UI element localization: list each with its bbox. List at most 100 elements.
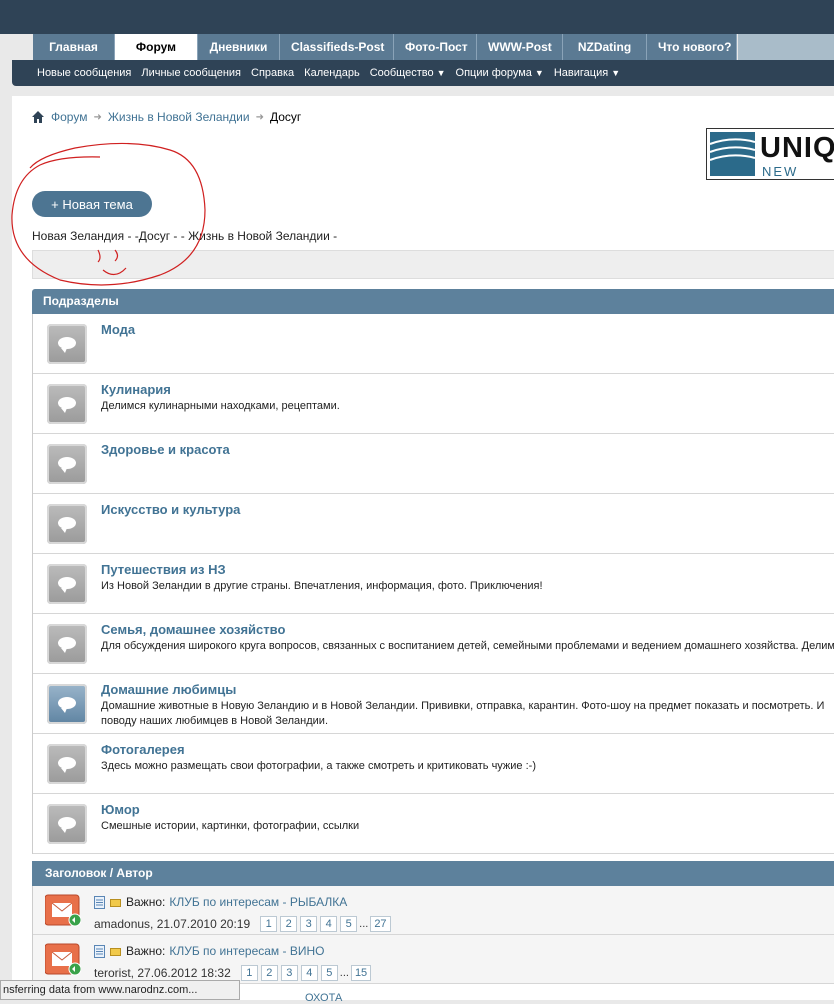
breadcrumb-life-in-nz[interactable]: Жизнь в Новой Зеландии — [108, 110, 250, 124]
subforum-description: Делимся кулинарными находками, рецептами… — [101, 400, 340, 412]
browser-status-bar: nsferring data from www.narodnz.com... — [0, 980, 240, 1000]
thread-title[interactable]: КЛУБ по интересам - РЫБАЛКА — [169, 895, 347, 909]
subforum-row[interactable]: Домашние любимцы Домашние животные в Нов… — [33, 674, 834, 734]
thread-author: terorist, 27.06.2012 18:32 — [94, 966, 231, 980]
site-logo[interactable]: UNIQ NEW ZEA — [706, 128, 834, 180]
subforum-row[interactable]: Мода — [33, 314, 834, 374]
subnav-new-posts[interactable]: Новые сообщения — [37, 67, 131, 79]
tabs-filler — [738, 34, 834, 60]
breadcrumb-separator-icon: ➜ — [255, 111, 264, 123]
subforum-title[interactable]: Домашние любимцы — [101, 682, 236, 697]
subforum-description: Для обсуждения широкого круга вопросов, … — [101, 640, 834, 652]
page-link[interactable]: 3 — [300, 916, 318, 932]
forum-status-icon — [47, 564, 87, 604]
forum-status-icon — [47, 444, 87, 484]
forum-status-icon — [47, 624, 87, 664]
forum-status-icon — [47, 324, 87, 364]
subforum-title[interactable]: Фотогалерея — [101, 742, 185, 757]
subforum-title[interactable]: Искусство и культура — [101, 502, 240, 517]
breadcrumb-current: Досуг — [269, 110, 302, 124]
subnav-forum-options[interactable]: Опции форума — [456, 67, 532, 79]
forum-status-icon — [47, 804, 87, 844]
tab-photo[interactable]: Фото-Пост — [394, 34, 477, 60]
logo-mark-icon — [710, 132, 755, 176]
page-ellipsis: ... — [359, 918, 369, 930]
subforum-title[interactable]: Семья, домашнее хозяйство — [101, 622, 285, 637]
page-link[interactable]: 5 — [340, 916, 358, 932]
page-link[interactable]: 1 — [240, 965, 258, 981]
subforum-row[interactable]: Фотогалерея Здесь можно размещать свои ф… — [33, 734, 834, 794]
page-ellipsis: ... — [339, 967, 349, 979]
tab-classifieds[interactable]: Classifieds-Post — [280, 34, 394, 60]
thread-title-line: Важно: КЛУБ по интересам - ВИНО — [94, 944, 324, 958]
tab-home[interactable]: Главная — [33, 34, 115, 60]
forum-status-new-icon — [47, 684, 87, 724]
subforum-row[interactable]: Семья, домашнее хозяйство Для обсуждения… — [33, 614, 834, 674]
page-link[interactable]: 2 — [280, 916, 298, 932]
breadcrumb-separator-icon: ➜ — [93, 111, 102, 123]
subforum-title[interactable]: Путешествия из НЗ — [101, 562, 226, 577]
next-thread-partial-title[interactable]: ОХОТА — [305, 992, 342, 1004]
subnav-help[interactable]: Справка — [251, 67, 294, 79]
subforum-description: Смешные истории, картинки, фотографии, с… — [101, 820, 360, 832]
subforum-row[interactable]: Путешествия из НЗ Из Новой Зеландии в др… — [33, 554, 834, 614]
thread-title[interactable]: КЛУБ по интересам - ВИНО — [169, 944, 324, 958]
thread-title-line: Важно: КЛУБ по интересам - РЫБАЛКА — [94, 895, 347, 909]
chevron-down-icon[interactable]: ▼ — [611, 68, 620, 78]
forum-status-icon — [47, 504, 87, 544]
breadcrumb-forum[interactable]: Форум — [51, 110, 87, 124]
subforum-title[interactable]: Здоровье и красота — [101, 442, 230, 457]
tab-forum[interactable]: Форум — [115, 34, 198, 60]
last-page-link[interactable]: 15 — [350, 965, 372, 981]
folder-icon — [110, 898, 121, 907]
page-link[interactable]: 1 — [260, 916, 278, 932]
logo-text: UNIQ — [760, 132, 834, 164]
sticky-label: Важно: — [126, 944, 166, 958]
subforums-list: Мода Кулинария Делимся кулинарными наход… — [32, 314, 834, 854]
forum-tagline: Новая Зеландия - -Досуг - - Жизнь в Ново… — [32, 229, 338, 243]
breadcrumb: Форум ➜ Жизнь в Новой Зеландии ➜ Досуг — [32, 110, 301, 124]
subnav-private-messages[interactable]: Личные сообщения — [141, 67, 241, 79]
thread-status-icon — [45, 894, 81, 927]
subforum-row[interactable]: Кулинария Делимся кулинарными находками,… — [33, 374, 834, 434]
thread-author: amadonus, 21.07.2010 20:19 — [94, 917, 251, 931]
threads-list: Важно: КЛУБ по интересам - РЫБАЛКА amado… — [32, 886, 834, 984]
tab-www[interactable]: WWW-Post — [477, 34, 563, 60]
page-link[interactable]: 2 — [260, 965, 278, 981]
top-header — [0, 0, 834, 34]
subnav-navigation[interactable]: Навигация — [554, 67, 608, 79]
subforum-description: Домашние животные в Новую Зеландию и в Н… — [101, 700, 825, 727]
home-icon[interactable] — [32, 111, 44, 123]
page-link[interactable]: 4 — [300, 965, 318, 981]
document-icon — [94, 895, 105, 909]
subforum-row[interactable]: Юмор Смешные истории, картинки, фотограф… — [33, 794, 834, 854]
sub-navigation: Новые сообщения Личные сообщения Справка… — [12, 60, 834, 86]
thread-row[interactable]: Важно: КЛУБ по интересам - ВИНО terorist… — [33, 935, 834, 984]
forum-status-icon — [47, 744, 87, 784]
tab-nzdating[interactable]: NZDating — [563, 34, 647, 60]
last-page-link[interactable]: 27 — [370, 916, 391, 932]
new-topic-button[interactable]: + Новая тема — [32, 191, 152, 217]
logo-subtext: NEW ZEA — [762, 164, 799, 179]
chevron-down-icon[interactable]: ▼ — [437, 68, 446, 78]
subforum-title[interactable]: Мода — [101, 322, 135, 337]
subforum-title[interactable]: Юмор — [101, 802, 140, 817]
document-icon — [94, 944, 105, 958]
thread-status-icon — [45, 943, 81, 976]
tab-diaries[interactable]: Дневники — [198, 34, 280, 60]
subnav-calendar[interactable]: Календарь — [304, 67, 360, 79]
thread-meta-line: amadonus, 21.07.2010 20:19 1 2 3 4 5 ...… — [94, 916, 394, 932]
tab-whats-new[interactable]: Что нового? — [647, 34, 737, 60]
sticky-label: Важно: — [126, 895, 166, 909]
subforum-title[interactable]: Кулинария — [101, 382, 171, 397]
thread-meta-line: terorist, 27.06.2012 18:32 1 2 3 4 5 ...… — [94, 965, 374, 981]
page-link[interactable]: 5 — [320, 965, 338, 981]
gray-bar — [32, 250, 834, 279]
subforum-row[interactable]: Здоровье и красота — [33, 434, 834, 494]
thread-row[interactable]: Важно: КЛУБ по интересам - РЫБАЛКА amado… — [33, 886, 834, 935]
subforum-row[interactable]: Искусство и культура — [33, 494, 834, 554]
chevron-down-icon[interactable]: ▼ — [535, 68, 544, 78]
page-link[interactable]: 4 — [320, 916, 338, 932]
subnav-community[interactable]: Сообщество — [370, 67, 434, 79]
page-link[interactable]: 3 — [280, 965, 298, 981]
